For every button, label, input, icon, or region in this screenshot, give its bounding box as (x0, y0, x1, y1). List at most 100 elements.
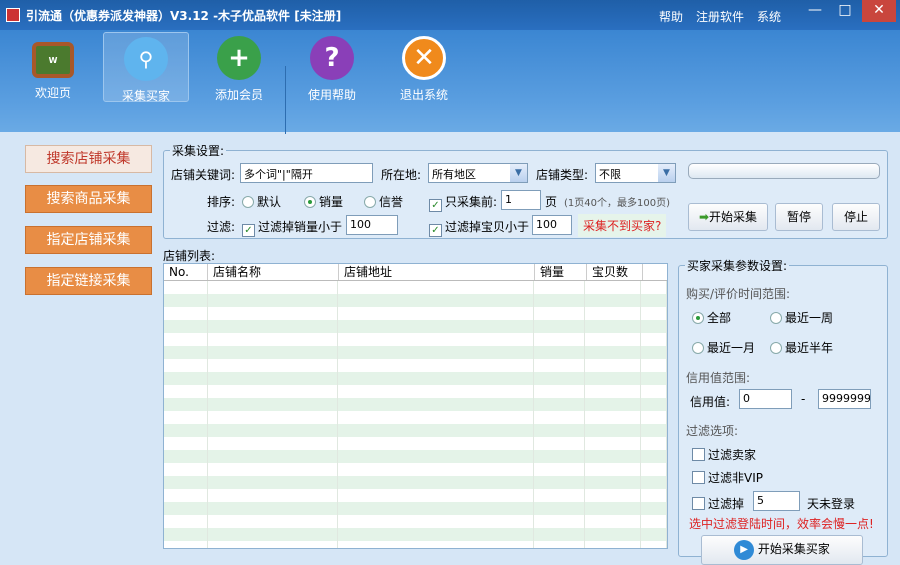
sort-credit-radio[interactable]: 信誉 (364, 193, 403, 210)
sort-default-radio[interactable]: 默认 (242, 193, 281, 210)
table-cell (208, 450, 339, 463)
tool-welcome[interactable]: W 欢迎页 (10, 32, 96, 102)
play-icon: ▶ (734, 539, 755, 560)
table-cell (534, 424, 586, 437)
table-cell (534, 450, 586, 463)
start-collect-buyers-button[interactable]: ▶ 开始采集买家 (701, 535, 863, 565)
table-row (164, 476, 667, 489)
table-cell (534, 411, 586, 424)
pause-button[interactable]: 暂停 (775, 203, 823, 231)
close-button[interactable]: ✕ (862, 0, 896, 22)
table-cell (208, 502, 339, 515)
table-cell (164, 528, 208, 541)
only-first-checkbox[interactable]: ✓ 只采集前: (429, 193, 497, 212)
filter-sales-checkbox[interactable]: ✓ 过滤掉销量小于 (242, 218, 342, 237)
help-link[interactable]: 采集不到买家? (578, 214, 667, 237)
shop-table: No. 店铺名称 店铺地址 销量 宝贝数 (163, 263, 668, 549)
filter-seller-checkbox[interactable]: 过滤卖家 (692, 446, 756, 463)
table-cell (641, 463, 667, 476)
checkbox-label: 过滤掉销量小于 (258, 220, 343, 234)
table-cell (208, 437, 339, 450)
chevron-down-icon: ▼ (658, 164, 675, 182)
tool-exit[interactable]: ✕ 退出系统 (381, 32, 467, 102)
menu-help[interactable]: 帮助 (659, 8, 683, 25)
progress-bar (688, 163, 880, 179)
sidebar-specified-shop[interactable]: 指定店铺采集 (25, 226, 152, 254)
table-cell (164, 398, 208, 411)
tool-collect-buyers[interactable]: ⚲ 采集买家 (103, 32, 189, 103)
table-cell (641, 437, 667, 450)
table-cell (208, 476, 339, 489)
tool-help[interactable]: ? 使用帮助 (289, 32, 375, 102)
table-row (164, 385, 667, 398)
table-cell (585, 528, 642, 541)
table-cell (338, 502, 534, 515)
table-cell (338, 281, 534, 294)
page-hint: (1页40个，最多100页) (564, 198, 670, 209)
sidebar-search-shop[interactable]: 搜索店铺采集 (25, 145, 152, 173)
table-row (164, 502, 667, 515)
table-cell (208, 424, 339, 437)
radio-label: 信誉 (379, 195, 404, 209)
table-cell (534, 515, 586, 528)
radio-icon (692, 312, 704, 324)
table-cell (641, 281, 667, 294)
radio-icon (770, 312, 782, 324)
stop-button[interactable]: 停止 (832, 203, 880, 231)
filter-days-input[interactable]: 5 (753, 491, 800, 511)
table-cell (164, 294, 208, 307)
time-halfyear-radio[interactable]: 最近半年 (770, 339, 833, 356)
range-dash: - (801, 392, 806, 406)
minimize-button[interactable]: — (800, 0, 830, 22)
tool-add-member[interactable]: + 添加会员 (196, 32, 282, 102)
table-cell (338, 463, 534, 476)
table-cell (164, 502, 208, 515)
tool-label: 退出系统 (399, 88, 448, 102)
col-item-count[interactable]: 宝贝数 (587, 264, 643, 280)
filter-sales-input[interactable]: 100 (346, 215, 398, 235)
checkbox-checked-icon: ✓ (429, 199, 442, 212)
maximize-button[interactable]: □ (830, 0, 860, 22)
sidebar-specified-link[interactable]: 指定链接采集 (25, 267, 152, 295)
radio-label: 最近半年 (785, 341, 834, 355)
table-cell (585, 489, 642, 502)
filter-nonvip-checkbox[interactable]: 过滤非VIP (692, 469, 763, 486)
credit-min-input[interactable]: 0 (739, 389, 792, 409)
table-cell (164, 450, 208, 463)
location-label: 所在地: (381, 168, 422, 182)
location-select[interactable]: 所有地区 ▼ (428, 163, 528, 183)
table-cell (534, 281, 586, 294)
col-shop-name[interactable]: 店铺名称 (208, 264, 339, 280)
table-cell (164, 541, 208, 548)
radio-label: 默认 (257, 195, 282, 209)
table-cell (585, 398, 642, 411)
col-no[interactable]: No. (164, 264, 208, 280)
time-week-radio[interactable]: 最近一周 (770, 309, 833, 326)
menu-register[interactable]: 注册软件 (696, 8, 744, 25)
radio-label: 最近一周 (785, 311, 834, 325)
keyword-input[interactable]: 多个词"|"隔开 (240, 163, 373, 183)
group-legend: 采集设置: (172, 144, 225, 158)
time-month-radio[interactable]: 最近一月 (692, 339, 755, 356)
menu-system[interactable]: 系统 (757, 8, 781, 25)
table-row (164, 515, 667, 528)
filter-items-checkbox[interactable]: ✓ 过滤掉宝贝小于 (429, 218, 529, 237)
table-cell (208, 281, 339, 294)
col-shop-address[interactable]: 店铺地址 (339, 264, 535, 280)
start-collect-button[interactable]: ➡开始采集 (688, 203, 768, 231)
table-cell (534, 307, 586, 320)
filter-items-input[interactable]: 100 (532, 215, 572, 235)
table-cell (534, 541, 586, 548)
time-all-radio[interactable]: 全部 (692, 309, 731, 326)
page-count-input[interactable]: 1 (501, 190, 541, 210)
checkbox-checked-icon: ✓ (242, 224, 255, 237)
table-row (164, 346, 667, 359)
shop-type-select[interactable]: 不限 ▼ (595, 163, 676, 183)
table-row (164, 320, 667, 333)
table-cell (338, 385, 534, 398)
sidebar-search-product[interactable]: 搜索商品采集 (25, 185, 152, 213)
filter-days-checkbox[interactable]: 过滤掉 (692, 495, 744, 512)
col-sales[interactable]: 销量 (535, 264, 587, 280)
credit-max-input[interactable]: 9999999 (818, 389, 871, 409)
sort-sales-radio[interactable]: 销量 (304, 193, 343, 210)
